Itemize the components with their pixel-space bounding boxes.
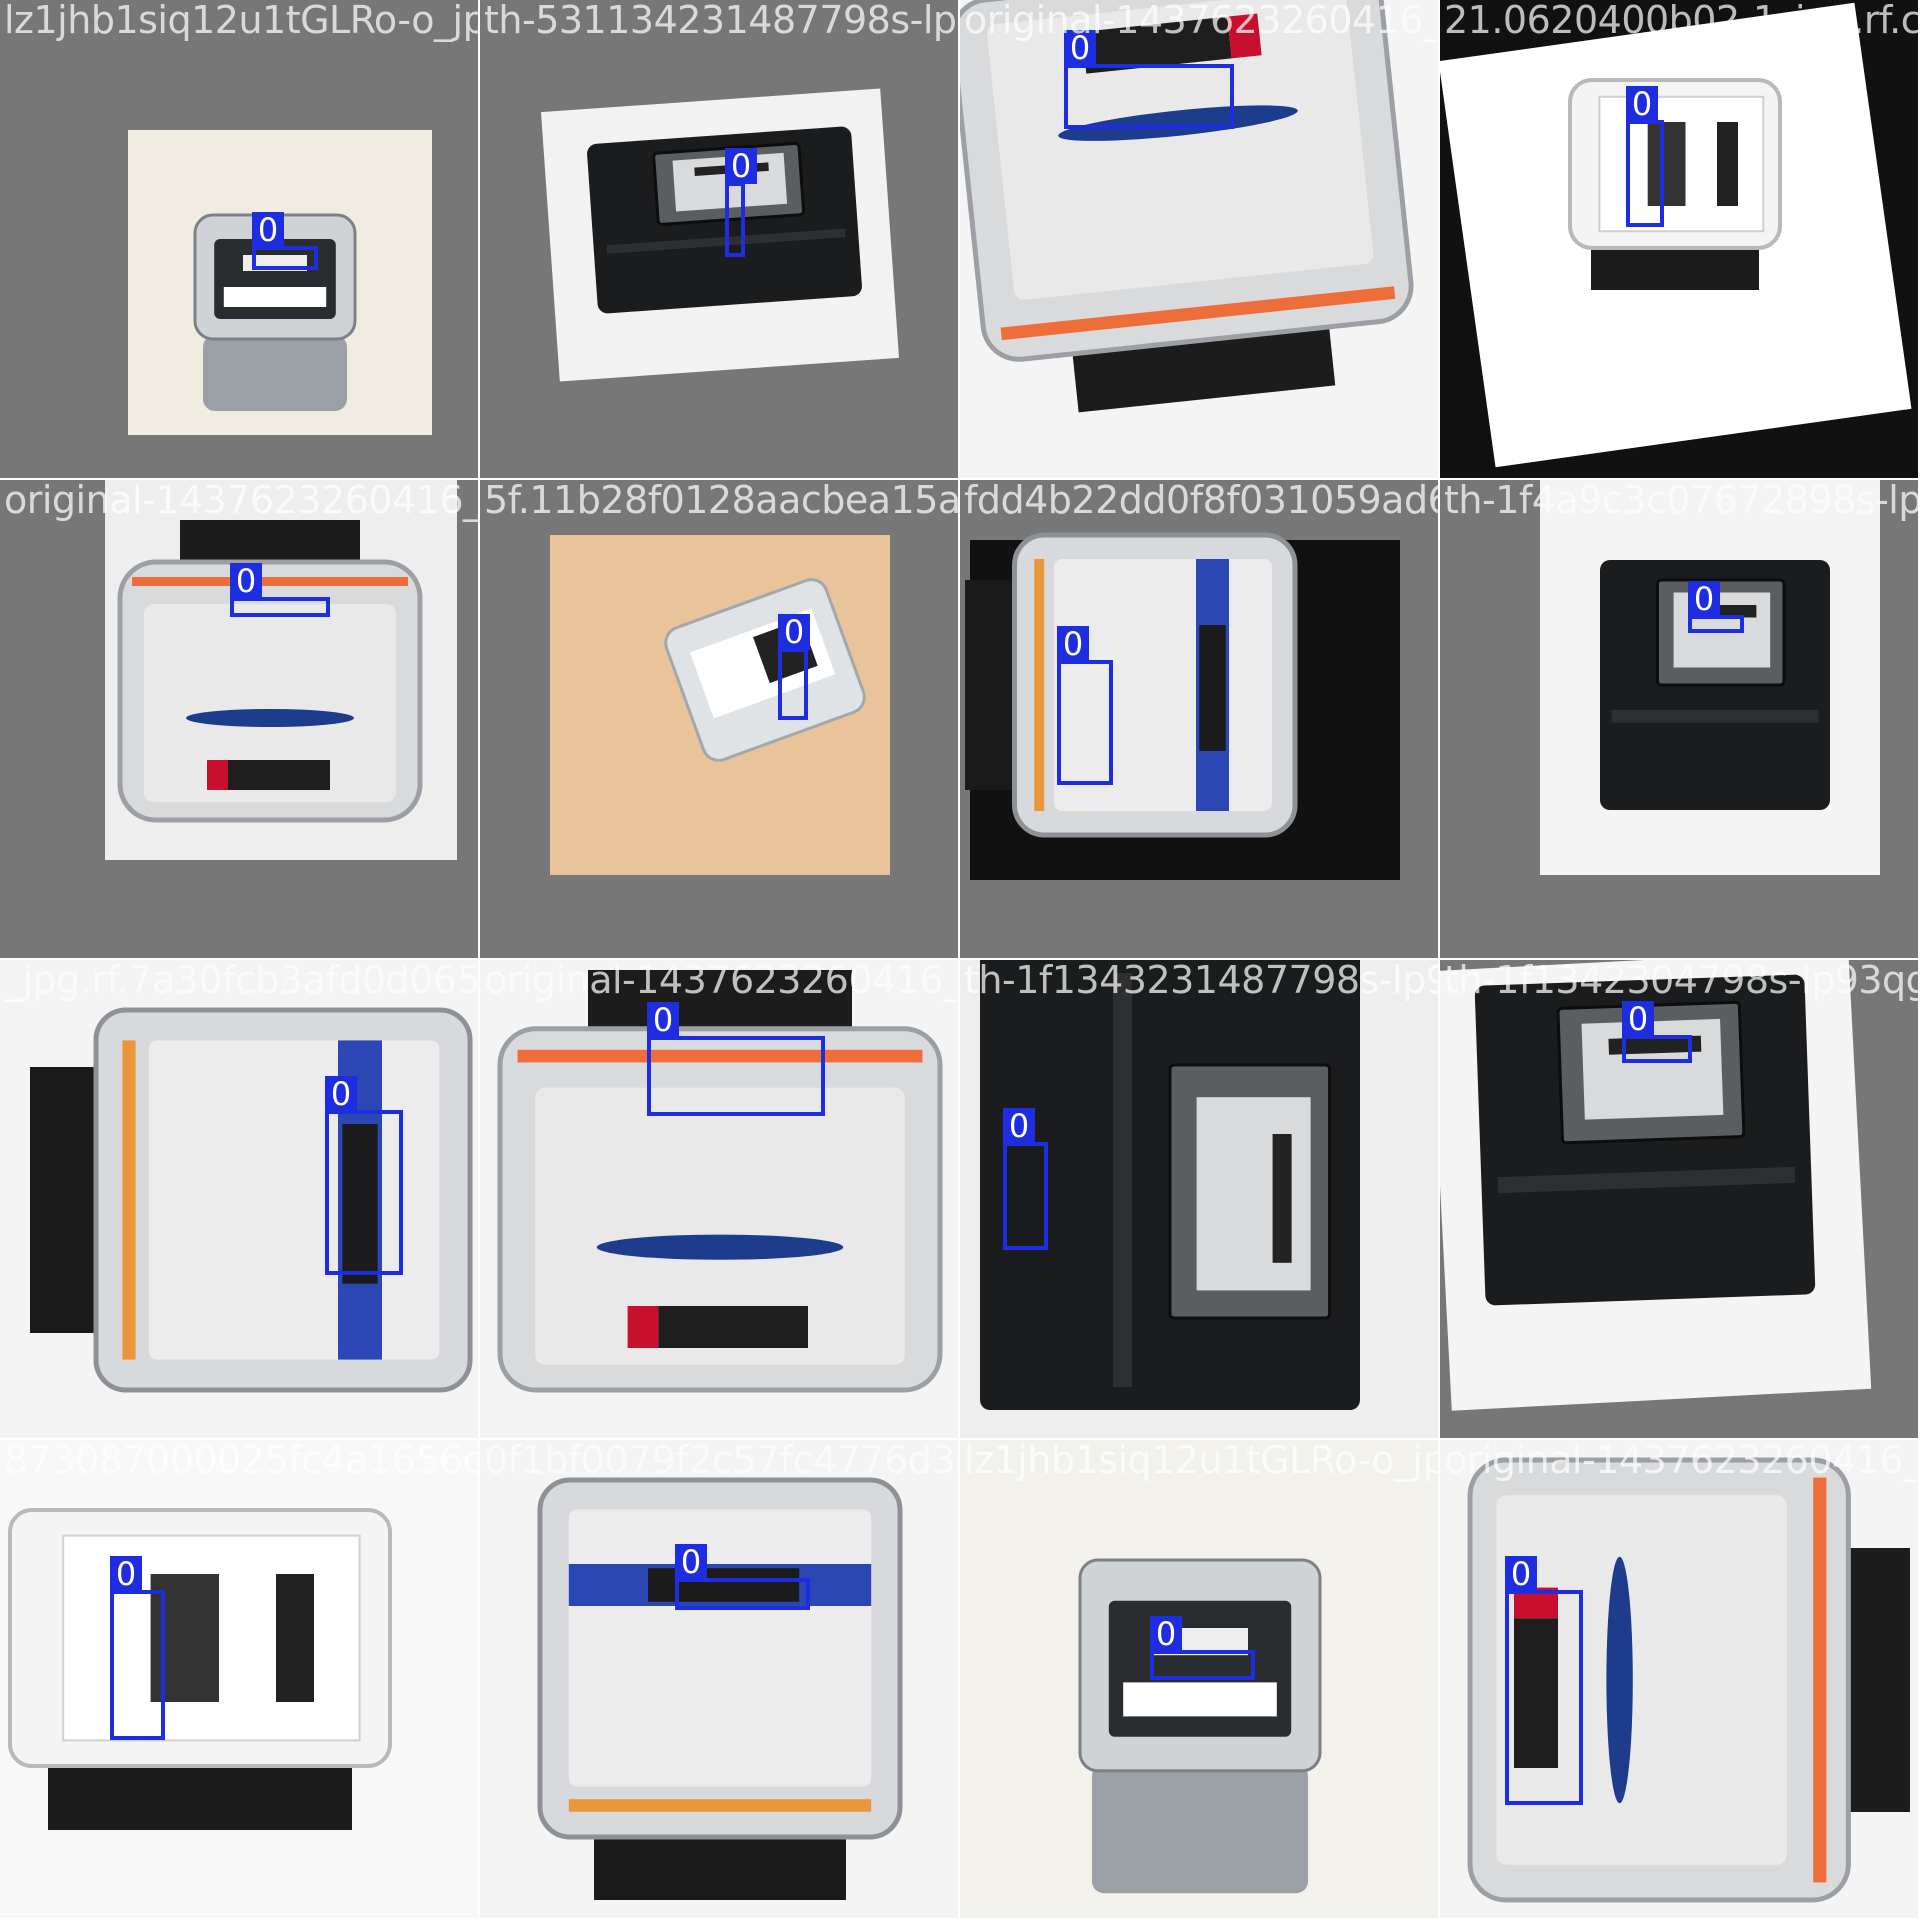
- meter-photo-image: [0, 1440, 478, 1918]
- detection-box: 0: [1003, 1108, 1048, 1250]
- mosaic-tile: th-531134231487798s-lp93qg24 0: [480, 0, 958, 478]
- tile-filename: lz1jhb1siq12u1tGLRo-o_jpg.rf.5f513423487: [4, 0, 478, 42]
- mosaic-tile: th-1f1343231487798s-lp93qg24 0: [960, 960, 1438, 1438]
- meter-photo-image: [1440, 2, 1912, 468]
- mosaic-tile: original-1437623260416_jpg.rf.905a5 0: [1440, 1440, 1918, 1918]
- tile-filename: 21.0620400b02-1_jpg.rf.c7e: [1444, 0, 1918, 42]
- detection-box: 0: [647, 1002, 825, 1116]
- meter-photo-image: [1440, 960, 1872, 1411]
- tile-filename: original-1437623260416_jpg.rf.11b28f0128: [4, 480, 478, 522]
- detection-class-label: 0: [325, 1076, 357, 1112]
- detection-class-label: 0: [1622, 1001, 1654, 1037]
- detection-box: 0: [110, 1556, 165, 1740]
- mosaic-tile: 0f1bf0079f2c57fc4776d3d9d9c5 0: [480, 1440, 958, 1918]
- detection-box: 0: [1622, 1001, 1692, 1063]
- tile-filename: lz1jhb1siq12u1tGLRo-o_jpg.rf.905: [964, 1440, 1438, 1482]
- tile-filename: 5f.11b28f0128aacbea15a1e541f6d: [484, 480, 958, 522]
- tile-filename: th-1f1342304798s-lp93qg24: [1444, 960, 1918, 1002]
- detection-box: 0: [1057, 626, 1113, 785]
- detection-box: 0: [1626, 86, 1664, 227]
- tile-filename: 873087000025fc4a1656c6742090f1: [4, 1440, 478, 1482]
- tile-filename: original-1437623260416_jpg.rf.7a: [484, 960, 958, 1002]
- mosaic-tile: original-1437623260416_jpg.rf.7a0: [480, 960, 958, 1438]
- detection-box: 0: [675, 1544, 810, 1610]
- tile-filename: original-1437623260416_jpg.rf.0620400b02: [964, 0, 1438, 42]
- detection-box: 0: [1505, 1556, 1583, 1805]
- detection-class-label: 0: [1626, 86, 1658, 122]
- meter-photo-image: [128, 130, 432, 435]
- tile-filename: th-531134231487798s-lp93qg24: [484, 0, 958, 42]
- detection-class-label: 0: [675, 1544, 707, 1580]
- detection-class-label: 0: [725, 148, 757, 184]
- meter-photo-image: [0, 960, 478, 1438]
- detection-box: 0: [252, 212, 318, 270]
- detection-box: 0: [1064, 30, 1234, 129]
- detection-box: 0: [725, 148, 757, 257]
- detection-class-label: 0: [1505, 1556, 1537, 1592]
- tile-filename: original-1437623260416_jpg.rf.905a5: [1444, 1440, 1918, 1482]
- tile-filename: th-1f4a9c3c07672898s-lp93qg24: [1444, 480, 1918, 522]
- detection-box: 0: [1150, 1616, 1255, 1680]
- meter-photo-image: [540, 88, 900, 382]
- detection-class-label: 0: [647, 1002, 679, 1038]
- meter-photo-image: [550, 535, 890, 875]
- mosaic-tile: 5f.11b28f0128aacbea15a1e541f6d 0: [480, 480, 958, 958]
- meter-photo-image: [1540, 480, 1880, 875]
- mosaic-tile: th-1f4a9c3c07672898s-lp93qg24 0: [1440, 480, 1918, 958]
- mosaic-tile: 21.0620400b02-1_jpg.rf.c7e 0: [1440, 0, 1918, 478]
- mosaic-tile: lz1jhb1siq12u1tGLRo-o_jpg.rf.905 0: [960, 1440, 1438, 1918]
- mosaic-grid: lz1jhb1siq12u1tGLRo-o_jpg.rf.5f513423487…: [0, 0, 1920, 1920]
- mosaic-tile: _jpg.rf.7a30fcb3afd0d0654a 0: [0, 960, 478, 1438]
- tile-filename: _jpg.rf.7a30fcb3afd0d0654a: [4, 960, 478, 1002]
- mosaic-tile: th-1f1342304798s-lp93qg240: [1440, 960, 1918, 1438]
- tile-filename: fdd4b22dd0f8f031059ad698a4193c3076f26: [964, 480, 1438, 522]
- detection-class-label: 0: [778, 614, 810, 650]
- mosaic-tile: lz1jhb1siq12u1tGLRo-o_jpg.rf.5f513423487…: [0, 0, 478, 478]
- detection-class-label: 0: [110, 1556, 142, 1592]
- detection-class-label: 0: [230, 563, 262, 599]
- meter-photo-image: [480, 960, 958, 1438]
- mosaic-tile: original-1437623260416_jpg.rf.0620400b02…: [960, 0, 1438, 478]
- mosaic-tile: fdd4b22dd0f8f031059ad698a4193c3076f26 0: [960, 480, 1438, 958]
- detection-box: 0: [778, 614, 810, 720]
- detection-box: 0: [325, 1076, 403, 1275]
- mosaic-tile: 873087000025fc4a1656c6742090f1 0: [0, 1440, 478, 1918]
- tile-filename: th-1f1343231487798s-lp93qg24: [964, 960, 1438, 1002]
- mosaic-tile: original-1437623260416_jpg.rf.11b28f0128…: [0, 480, 478, 958]
- detection-box: 0: [1688, 581, 1744, 633]
- meter-photo-image: [105, 480, 457, 860]
- tile-filename: 0f1bf0079f2c57fc4776d3d9d9c5: [484, 1440, 958, 1482]
- detection-box: 0: [230, 563, 330, 617]
- detection-class-label: 0: [1150, 1616, 1182, 1652]
- meter-photo-image: [965, 532, 1400, 880]
- detection-class-label: 0: [1057, 626, 1089, 662]
- meter-photo-image: [480, 1440, 958, 1918]
- detection-class-label: 0: [1688, 581, 1720, 617]
- detection-class-label: 0: [1003, 1108, 1035, 1144]
- detection-class-label: 0: [252, 212, 284, 248]
